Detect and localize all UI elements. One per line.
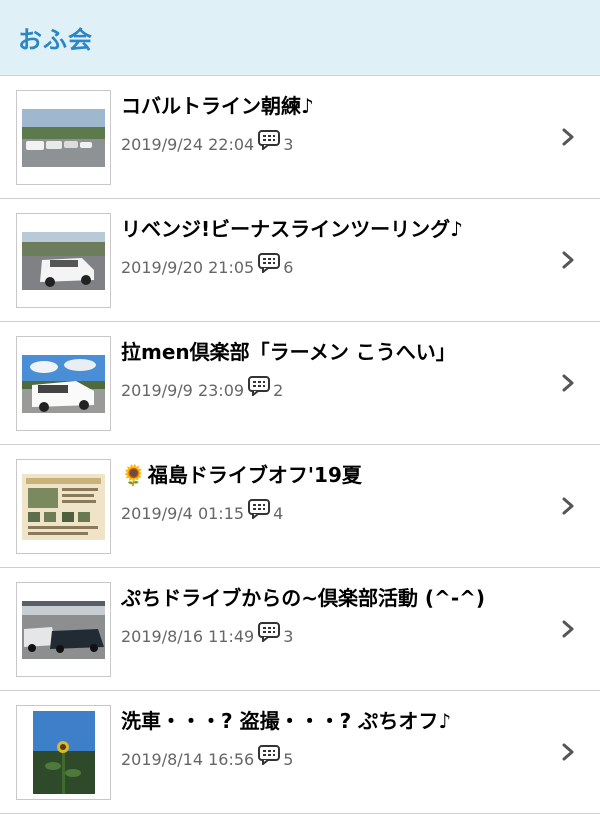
post-title: コバルトライン朝練♪ [121,94,314,118]
post-date: 2019/8/16 11:49 [121,626,255,646]
post-title: 拉men倶楽部「ラーメン こうへい」 [121,340,456,364]
photo-van-sky [22,354,105,413]
comment-icon [258,253,281,275]
post-date: 2019/9/20 21:05 [121,257,255,277]
list-item[interactable]: 洗車・・・? 盗撮・・・? ぷちオフ♪ 2019/8/14 16:56 5 [0,691,600,814]
app-header: おふ会 [0,0,600,76]
thumbnail [16,582,111,677]
photo-flyer [22,473,105,540]
page-title: おふ会 [18,26,93,54]
thumbnail [16,213,111,308]
comment-count: 5 [283,749,294,769]
post-date: 2019/8/14 16:56 [121,749,255,769]
comment-icon [258,622,281,644]
thumbnail [16,459,111,554]
sunflower-icon: 🌻 [121,463,146,487]
post-title: 洗車・・・? 盗撮・・・? ぷちオフ♪ [121,709,452,733]
photo-sunflower [32,711,95,794]
list-item[interactable]: コバルトライン朝練♪ 2019/9/24 22:04 3 [0,76,600,199]
comment-count: 6 [283,257,294,277]
blog-post-list: コバルトライン朝練♪ 2019/9/24 22:04 3 リベンジ!ビーナスライ… [0,76,600,814]
post-title: リベンジ!ビーナスラインツーリング♪ [121,217,463,241]
thumbnail [16,336,111,431]
photo-cars-parking [22,108,105,167]
thumbnail [16,90,111,185]
post-title: ぷちドライブからの~倶楽部活動 (^-^) [121,586,486,610]
list-item[interactable]: 拉men倶楽部「ラーメン こうへい」 2019/9/9 23:09 2 [0,322,600,445]
comment-count: 3 [283,134,294,154]
chevron-right-icon [562,374,574,392]
list-item[interactable]: ぷちドライブからの~倶楽部活動 (^-^) 2019/8/16 11:49 3 [0,568,600,691]
list-item[interactable]: リベンジ!ビーナスラインツーリング♪ 2019/9/20 21:05 6 [0,199,600,322]
comment-icon [248,499,271,521]
chevron-right-icon [562,128,574,146]
comment-count: 3 [283,626,294,646]
post-title: 🌻 福島ドライブオフ'19夏 [121,461,362,489]
photo-cars-station [22,600,105,659]
comment-count: 2 [273,380,284,400]
list-item[interactable]: 🌻 福島ドライブオフ'19夏 2019/9/4 01:15 4 [0,445,600,568]
chevron-right-icon [562,251,574,269]
chevron-right-icon [562,620,574,638]
comment-icon [248,376,271,398]
comment-count: 4 [273,503,284,523]
photo-white-car [22,231,105,290]
chevron-right-icon [562,743,574,761]
thumbnail [16,705,111,800]
post-date: 2019/9/24 22:04 [121,134,255,154]
chevron-right-icon [562,497,574,515]
comment-icon [258,130,281,152]
post-title-text: 福島ドライブオフ'19夏 [147,463,362,487]
comment-icon [258,745,281,767]
post-date: 2019/9/9 23:09 [121,380,245,400]
post-date: 2019/9/4 01:15 [121,503,245,523]
